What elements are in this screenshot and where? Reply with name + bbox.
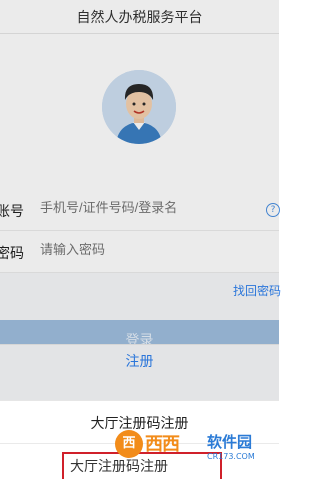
password-label: 密码 bbox=[0, 246, 24, 262]
register-button-label: 注册 bbox=[125, 354, 154, 370]
profile-section bbox=[0, 34, 279, 189]
watermark-badge: 西 bbox=[115, 430, 143, 458]
title-bar: 自然人办税服务平台 bbox=[0, 0, 279, 34]
password-row: 密码 bbox=[0, 231, 279, 273]
password-input[interactable] bbox=[40, 242, 262, 257]
app-screen: 自然人办税服务平台 账号 ? 密码 找回密码 bbox=[0, 0, 281, 479]
watermark-sub: 软件园 bbox=[207, 433, 253, 451]
question-circle-icon[interactable]: ? bbox=[266, 203, 280, 217]
account-label: 账号 bbox=[0, 204, 24, 220]
forgot-password-link[interactable]: 找回密码 bbox=[233, 282, 281, 299]
page-title: 自然人办税服务平台 bbox=[76, 10, 203, 26]
watermark-logo: 西 西西 软件园 CR173.COM bbox=[115, 426, 259, 468]
watermark-brand: 西西 bbox=[145, 434, 180, 455]
watermark-url: CR173.COM bbox=[207, 452, 255, 461]
account-input[interactable] bbox=[40, 200, 262, 215]
user-avatar-icon bbox=[102, 70, 176, 144]
register-button[interactable]: 注册 bbox=[0, 344, 279, 372]
account-row: 账号 ? bbox=[0, 189, 280, 231]
